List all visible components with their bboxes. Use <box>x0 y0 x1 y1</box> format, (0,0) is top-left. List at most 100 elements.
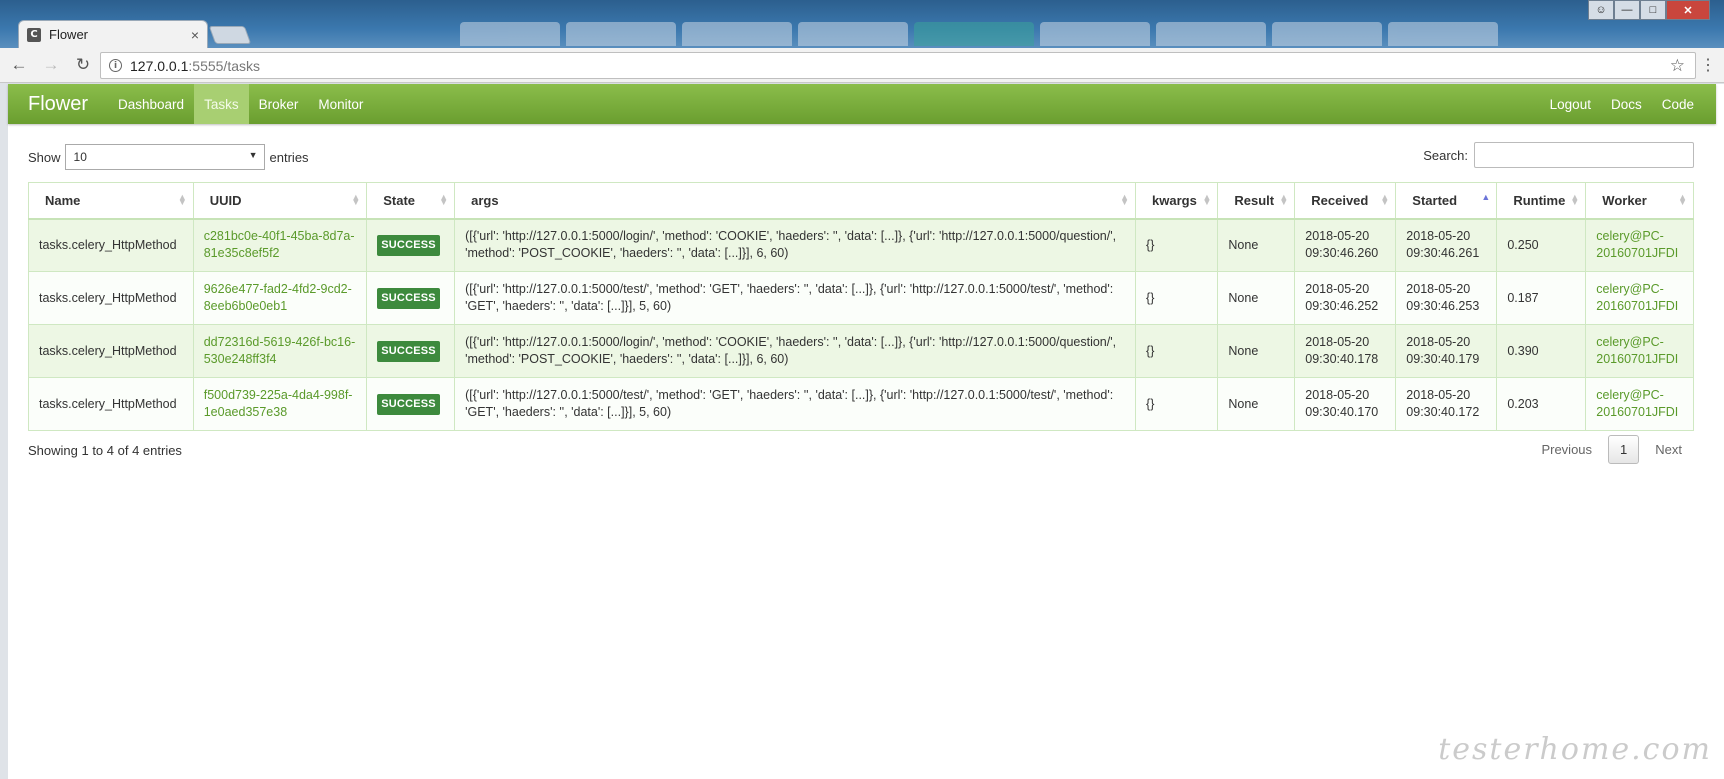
nav-logout[interactable]: Logout <box>1540 84 1601 124</box>
column-header-label: State <box>383 192 416 208</box>
column-header-kwargs[interactable]: kwargs ▲ ▼ <box>1135 182 1219 220</box>
back-icon[interactable]: ← <box>6 52 32 78</box>
table-row: tasks.celery_HttpMethod f500d739-225a-4da… <box>28 377 1694 431</box>
status-badge: SUCCESS <box>377 287 440 309</box>
worker-link[interactable]: celery@PC-20160701JFDI <box>1596 388 1678 419</box>
task-uuid-link[interactable]: dd72316d-5619-426f-bc16-530e248ff3f4 <box>204 335 356 366</box>
user-icon[interactable]: ☺ <box>1588 0 1614 20</box>
next-button[interactable]: Next <box>1643 436 1694 463</box>
received-value: 2018-05-20 09:30:46.252 <box>1305 282 1379 313</box>
background-tab[interactable] <box>1388 22 1498 46</box>
runtime-value: 0.187 <box>1507 290 1539 305</box>
forward-icon[interactable]: → <box>38 52 64 78</box>
column-header-name[interactable]: Name ▲ ▼ <box>28 182 194 220</box>
sort-icon: ▲ ▼ <box>1120 192 1130 207</box>
previous-button[interactable]: Previous <box>1529 436 1604 463</box>
result-value: None <box>1228 343 1259 358</box>
cell-runtime: 0.390 <box>1496 324 1587 378</box>
name-value: tasks.celery_HttpMethod <box>39 290 177 305</box>
column-header-label: Name <box>45 192 81 208</box>
table-header-row: Name ▲ ▼ UUID ▲ ▼ State ▲ ▼ args ▲ ▼ kwargs ▲ ▼ Result ▲… <box>28 182 1694 220</box>
reload-icon[interactable]: ↻ <box>70 52 96 78</box>
column-header-state[interactable]: State ▲ ▼ <box>366 182 456 220</box>
column-header-runtime[interactable]: Runtime ▲ ▼ <box>1496 182 1587 220</box>
nav-code[interactable]: Code <box>1652 84 1704 124</box>
args-value: ([{'url': 'http://127.0.0.1:5000/login/'… <box>465 229 1117 261</box>
entries-info: Showing 1 to 4 of 4 entries <box>28 442 182 458</box>
cell-worker: celery@PC-20160701JFDI <box>1585 271 1694 325</box>
started-value: 2018-05-20 09:30:40.172 <box>1406 388 1480 419</box>
background-tab[interactable] <box>1040 22 1150 46</box>
cell-kwargs: {} <box>1135 271 1219 325</box>
cell-worker: celery@PC-20160701JFDI <box>1585 377 1694 431</box>
kwargs-value: {} <box>1146 396 1155 411</box>
minimize-icon[interactable]: — <box>1614 0 1640 20</box>
search-label: Search: <box>1423 147 1468 163</box>
background-tab[interactable] <box>566 22 676 46</box>
search-input[interactable] <box>1474 142 1694 168</box>
browser-toolbar: ← → ↻ i 127.0.0.1:5555/tasks ☆ ⋮ <box>0 48 1724 83</box>
info-icon[interactable]: i <box>109 59 122 72</box>
nav-broker[interactable]: Broker <box>249 84 309 124</box>
background-tab[interactable] <box>914 22 1034 46</box>
cell-state: SUCCESS <box>366 324 456 378</box>
worker-link[interactable]: celery@PC-20160701JFDI <box>1596 282 1678 313</box>
tab-flower[interactable]: C Flower × <box>18 20 208 48</box>
task-uuid-link[interactable]: f500d739-225a-4da4-998f-1e0aed357e38 <box>204 388 353 419</box>
sort-icon: ▲ ▼ <box>439 192 449 207</box>
star-icon[interactable]: ☆ <box>1670 56 1685 76</box>
cell-result: None <box>1217 324 1296 378</box>
pagination: Previous 1 Next <box>1529 435 1694 464</box>
cell-args: ([{'url': 'http://127.0.0.1:5000/test/',… <box>454 271 1137 325</box>
name-value: tasks.celery_HttpMethod <box>39 396 177 411</box>
cell-result: None <box>1217 377 1296 431</box>
nav-dashboard[interactable]: Dashboard <box>108 84 194 124</box>
brand-logo[interactable]: Flower <box>8 84 108 124</box>
maximize-icon[interactable]: □ <box>1640 0 1666 20</box>
column-header-args[interactable]: args ▲ ▼ <box>454 182 1137 220</box>
started-value: 2018-05-20 09:30:46.253 <box>1406 282 1480 313</box>
column-header-label: Received <box>1311 192 1369 208</box>
table-row: tasks.celery_HttpMethod dd72316d-5619-426… <box>28 324 1694 378</box>
new-tab-button[interactable] <box>208 26 252 44</box>
cell-name: tasks.celery_HttpMethod <box>28 218 194 272</box>
cell-kwargs: {} <box>1135 324 1219 378</box>
background-tab[interactable] <box>460 22 560 46</box>
column-header-received[interactable]: Received ▲ ▼ <box>1294 182 1397 220</box>
cell-worker: celery@PC-20160701JFDI <box>1585 324 1694 378</box>
address-bar[interactable]: i 127.0.0.1:5555/tasks ☆ <box>100 52 1696 79</box>
cell-started: 2018-05-20 09:30:46.261 <box>1395 218 1498 272</box>
show-label: Show <box>28 149 61 165</box>
window-close-icon[interactable]: ✕ <box>1666 0 1710 20</box>
background-tab[interactable] <box>682 22 792 46</box>
nav-tasks[interactable]: Tasks <box>194 84 249 124</box>
name-value: tasks.celery_HttpMethod <box>39 343 177 358</box>
kwargs-value: {} <box>1146 237 1155 252</box>
sort-icon: ▲ ▼ <box>1380 192 1390 207</box>
column-header-result[interactable]: Result ▲ ▼ <box>1217 182 1296 220</box>
background-tab[interactable] <box>1156 22 1266 46</box>
cell-kwargs: {} <box>1135 218 1219 272</box>
column-header-uuid[interactable]: UUID ▲ ▼ <box>192 182 368 220</box>
table-body: tasks.celery_HttpMethod c281bc0e-40f1-45b… <box>28 218 1694 431</box>
received-value: 2018-05-20 09:30:40.178 <box>1305 335 1379 366</box>
background-tab[interactable] <box>798 22 908 46</box>
nav-monitor[interactable]: Monitor <box>308 84 373 124</box>
worker-link[interactable]: celery@PC-20160701JFDI <box>1596 229 1678 260</box>
column-header-worker[interactable]: Worker ▲ ▼ <box>1585 182 1694 220</box>
worker-link[interactable]: celery@PC-20160701JFDI <box>1596 335 1678 366</box>
table-row: tasks.celery_HttpMethod 9626e477-fad2-4fd… <box>28 271 1694 325</box>
entries-length-select[interactable]: 10 ▼ <box>64 144 265 170</box>
background-tab[interactable] <box>1272 22 1382 46</box>
page-1-button[interactable]: 1 <box>1608 435 1640 464</box>
task-uuid-link[interactable]: c281bc0e-40f1-45ba-8d7a-81e35c8ef5f2 <box>204 229 355 260</box>
menu-icon[interactable]: ⋮ <box>1700 55 1716 75</box>
task-uuid-link[interactable]: 9626e477-fad2-4fd2-9cd2-8eeb6b0e0eb1 <box>204 282 352 313</box>
table-footer: Showing 1 to 4 of 4 entries Previous 1 N… <box>28 433 1694 467</box>
column-header-started[interactable]: Started ▲ <box>1395 182 1498 220</box>
close-icon[interactable]: × <box>191 27 199 43</box>
column-header-label: Result <box>1234 192 1275 208</box>
nav-docs[interactable]: Docs <box>1601 84 1652 124</box>
runtime-value: 0.390 <box>1507 343 1539 358</box>
sort-icon: ▲ ▼ <box>1678 192 1687 207</box>
